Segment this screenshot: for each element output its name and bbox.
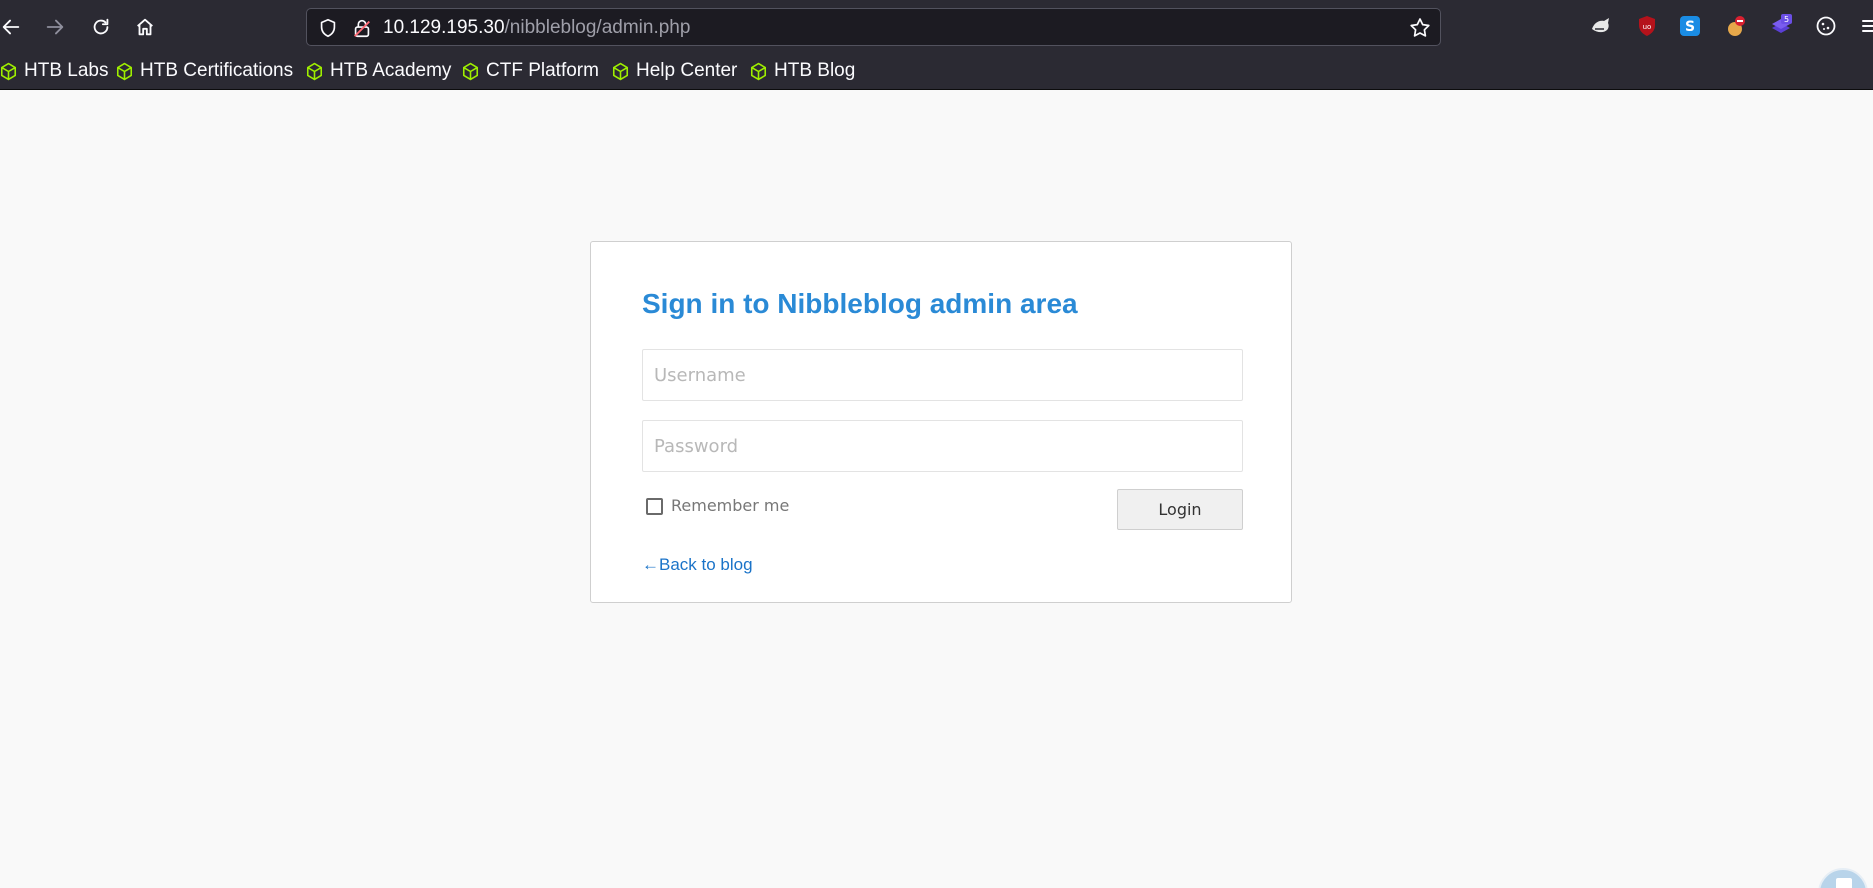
back-to-blog-link[interactable]: ←Back to blog bbox=[642, 555, 753, 575]
password-input[interactable] bbox=[642, 420, 1243, 472]
shield-icon[interactable] bbox=[317, 17, 339, 39]
insecure-lock-icon[interactable] bbox=[351, 17, 373, 39]
extension-ublock[interactable]: uo bbox=[1633, 12, 1661, 40]
cookie-icon bbox=[1816, 16, 1836, 36]
bookmark-label: HTB Academy bbox=[330, 60, 452, 81]
bookmark-help-center[interactable]: Help Center bbox=[611, 58, 737, 84]
back-button[interactable] bbox=[0, 10, 28, 44]
bookmark-star-icon[interactable] bbox=[1408, 16, 1432, 40]
app-menu-button[interactable] bbox=[1857, 12, 1873, 40]
address-bar[interactable]: 10.129.195.30/nibbleblog/admin.php bbox=[306, 8, 1441, 46]
remember-me-checkbox[interactable] bbox=[646, 498, 663, 515]
htb-cube-icon bbox=[116, 62, 133, 80]
bookmark-htb-certifications[interactable]: HTB Certifications bbox=[115, 58, 293, 84]
htb-cube-icon bbox=[0, 62, 17, 80]
fox-icon bbox=[1592, 18, 1609, 33]
remember-me-label[interactable]: Remember me bbox=[671, 496, 789, 515]
cookie-stop-icon bbox=[1728, 16, 1745, 36]
bookmark-label: CTF Platform bbox=[486, 60, 599, 81]
login-title: Sign in to Nibbleblog admin area bbox=[642, 288, 1078, 319]
reload-button[interactable] bbox=[84, 10, 118, 44]
bookmark-label: HTB Labs bbox=[24, 60, 109, 81]
bookmark-ctf-platform[interactable]: CTF Platform bbox=[461, 58, 599, 84]
home-button[interactable] bbox=[128, 10, 162, 44]
htb-cube-icon bbox=[750, 62, 767, 80]
bookmark-label: HTB Blog bbox=[774, 60, 856, 81]
remember-me[interactable]: Remember me bbox=[646, 495, 789, 515]
extension-s[interactable]: S bbox=[1676, 12, 1704, 40]
login-panel: Sign in to Nibbleblog admin area Remembe… bbox=[590, 241, 1292, 603]
hamburger-menu-icon bbox=[1862, 20, 1873, 32]
svg-text:S: S bbox=[1685, 19, 1695, 35]
forward-button[interactable] bbox=[38, 10, 72, 44]
url-host: 10.129.195.30 bbox=[383, 17, 505, 38]
extension-foxyproxy[interactable] bbox=[1587, 12, 1615, 40]
s-logo-icon: S bbox=[1680, 16, 1700, 36]
extension-cookie-blocker[interactable] bbox=[1722, 12, 1750, 40]
bookmark-htb-blog[interactable]: HTB Blog bbox=[749, 58, 855, 84]
floating-widget-icon[interactable] bbox=[1818, 868, 1868, 888]
bookmark-label: HTB Certifications bbox=[140, 60, 294, 81]
bookmark-label: Help Center bbox=[636, 60, 738, 81]
htb-cube-icon bbox=[306, 62, 323, 80]
htb-cube-icon bbox=[612, 62, 629, 80]
url-path: /nibbleblog/admin.php bbox=[504, 17, 691, 38]
svg-text:uo: uo bbox=[1643, 23, 1652, 31]
extension-cookie[interactable] bbox=[1812, 12, 1840, 40]
bookmark-htb-academy[interactable]: HTB Academy bbox=[305, 58, 451, 84]
extension-badge[interactable]: 5 bbox=[1767, 12, 1795, 40]
layers-icon: 5 bbox=[1772, 14, 1792, 33]
reload-icon bbox=[93, 18, 109, 35]
bookmarks-bar: HTB Labs HTB Certifications HTB Academy … bbox=[0, 52, 1873, 90]
username-input[interactable] bbox=[642, 349, 1243, 401]
arrow-left-icon bbox=[2, 19, 20, 35]
extension-badge-count: 5 bbox=[1784, 15, 1789, 24]
url-text[interactable]: 10.129.195.30/nibbleblog/admin.php bbox=[383, 17, 690, 39]
bookmark-htb-labs[interactable]: HTB Labs bbox=[0, 58, 108, 84]
arrow-right-icon bbox=[46, 19, 64, 35]
htb-cube-icon bbox=[462, 62, 479, 80]
login-button[interactable]: Login bbox=[1117, 489, 1243, 530]
ublock-icon: uo bbox=[1639, 16, 1655, 36]
browser-toolbar: 10.129.195.30/nibbleblog/admin.php uo S … bbox=[0, 0, 1873, 52]
home-icon bbox=[137, 18, 153, 36]
